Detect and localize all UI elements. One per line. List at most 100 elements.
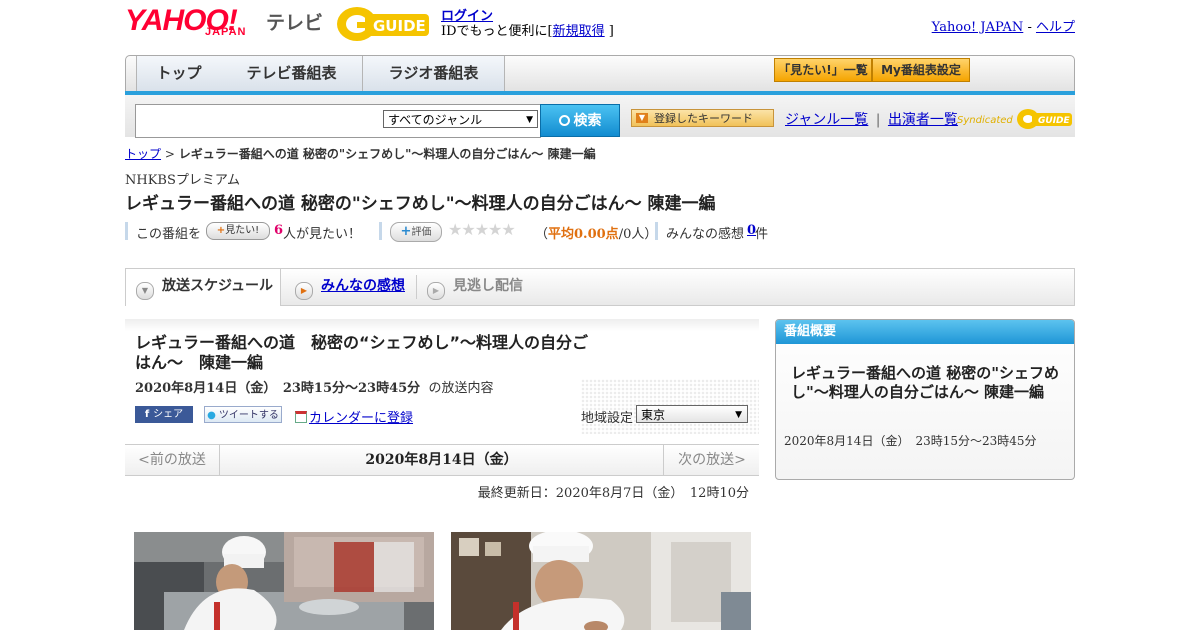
- login-subtext: IDでもっと便利に[新規取得 ]: [441, 20, 614, 39]
- kanso-label: みんなの感想: [666, 227, 745, 242]
- chef-portrait-image: [451, 532, 751, 630]
- chevron-down-icon: ▼: [136, 282, 154, 300]
- chevron-down-icon: ▼: [526, 115, 533, 125]
- genre-select-value: すべてのジャンル: [388, 113, 483, 127]
- plus-icon: +: [216, 225, 226, 236]
- g-guide-small-text: GUIDE: [1038, 116, 1071, 126]
- program-overview-panel: 番組概要 レギュラー番組への道 秘密の"シェフめし"～料理人の自分ごはん～ 陳建…: [775, 319, 1075, 480]
- yahoo-logo-japan: JAPAN: [205, 26, 247, 38]
- mitai-list-button[interactable]: 「見たい!」一覧: [774, 58, 872, 82]
- section-top-shade: [125, 319, 759, 331]
- mitai-count: 6: [274, 223, 284, 238]
- average-count: /0人）: [618, 227, 658, 242]
- overview-header: 番組概要: [776, 320, 1074, 344]
- overview-title: レギュラー番組への道 秘密の"シェフめし"～料理人の自分ごはん～ 陳建一編: [791, 364, 1060, 401]
- region-select[interactable]: 東京 ▼: [636, 405, 748, 423]
- tv-logo[interactable]: テレビ: [266, 8, 323, 35]
- keyword-button[interactable]: ▼ 登録したキーワード: [631, 109, 774, 127]
- broadcast-time-suffix: の放送内容: [428, 381, 494, 396]
- average-score: 平均0.00点: [548, 227, 619, 242]
- average-rating: （平均0.00点/0人）: [535, 223, 657, 242]
- breadcrumb-separator: >: [164, 147, 175, 161]
- page: YAHOO! JAPAN テレビ GUIDE ログイン IDでもっと便利に[新規…: [125, 0, 1075, 630]
- divider: [416, 275, 417, 299]
- help-link[interactable]: ヘルプ: [1036, 20, 1075, 35]
- triangle-down-icon: ▼: [636, 113, 648, 123]
- search-icon: [558, 115, 570, 126]
- program-meta: この番組を +見たい! 6 人が見たい！ +評価 ★★★★★ （平均0.00点/…: [125, 220, 825, 242]
- facebook-icon: f: [144, 409, 150, 420]
- tab-schedule[interactable]: ▼ 放送スケジュール: [126, 269, 281, 306]
- broadcast-time-value: 2020年8月14日（金） 23時15分～23時45分: [135, 381, 421, 396]
- twitter-icon: ●: [207, 410, 216, 421]
- region-select-value: 東京: [641, 408, 666, 422]
- kanso-suffix: 件: [755, 227, 769, 242]
- average-open: （: [535, 227, 549, 242]
- last-updated: 最終更新日：2020年8月7日（金） 12時10分: [477, 486, 749, 501]
- global-nav: トップ テレビ番組表 ラジオ番組表 「見たい!」一覧 My番組表設定: [125, 55, 1075, 93]
- breadcrumb-top-link[interactable]: トップ: [125, 147, 161, 161]
- calendar-icon: [295, 411, 307, 423]
- yahoo-japan-link[interactable]: Yahoo! JAPAN: [932, 20, 1024, 35]
- tweet-button[interactable]: ● ツイートする: [204, 406, 282, 423]
- tab-schedule-label: 放送スケジュール: [162, 278, 274, 294]
- tab-reviews[interactable]: ▶ みんなの感想: [295, 269, 415, 305]
- tweet-label: ツイートする: [218, 410, 279, 421]
- tab-missed-label: 見逃し配信: [453, 278, 523, 294]
- program-photo-2: [451, 532, 751, 630]
- page-title: レギュラー番組への道 秘密の"シェフめし"～料理人の自分ごはん～ 陳建一編: [125, 194, 716, 214]
- next-broadcast-button[interactable]: 次の放送>: [663, 445, 760, 475]
- login-sub-prefix: IDでもっと便利に[: [441, 24, 553, 39]
- facebook-share-button[interactable]: f シェア: [135, 406, 193, 423]
- search-button-label: 検索: [573, 113, 602, 129]
- chef-kitchen-image: [134, 532, 434, 630]
- rating-button-label: 評価: [411, 227, 432, 238]
- performer-list-link[interactable]: 出演者一覧: [888, 112, 958, 128]
- program-photo-1: [134, 532, 434, 630]
- search-button[interactable]: 検索: [540, 104, 620, 137]
- keyword-button-label: 登録したキーワード: [654, 112, 753, 125]
- breadcrumb-current: レギュラー番組への道 秘密の"シェフめし"～料理人の自分ごはん～ 陳建一編: [178, 147, 596, 161]
- chevron-down-icon: ▼: [735, 410, 742, 420]
- genre-select[interactable]: すべてのジャンル ▼: [383, 110, 538, 128]
- g-guide-text: GUIDE: [373, 17, 426, 35]
- prev-broadcast-button[interactable]: <前の放送: [125, 445, 220, 475]
- calendar-link[interactable]: カレンダーに登録: [309, 411, 413, 426]
- search-links: ジャンル一覧 | 出演者一覧: [785, 109, 958, 129]
- channel-name: NHKBSプレミアム: [125, 173, 240, 188]
- play-icon: ▶: [295, 282, 313, 300]
- nav-tab-top[interactable]: トップ: [136, 56, 222, 92]
- top-right-links: Yahoo! JAPAN - ヘルプ: [932, 16, 1075, 35]
- broadcast-time: 2020年8月14日（金） 23時15分～23時45分 の放送内容: [135, 377, 493, 396]
- play-icon: ▶: [427, 282, 445, 300]
- divider: [125, 222, 128, 240]
- g-guide-logo[interactable]: GUIDE: [335, 4, 431, 44]
- g-guide-small-logo: GUIDE: [1016, 109, 1072, 129]
- my-schedule-button[interactable]: My番組表設定: [872, 58, 970, 82]
- nav-tab-tv-schedule[interactable]: テレビ番組表: [221, 56, 363, 92]
- mitai-button-label: 見たい!: [225, 225, 260, 236]
- rating-button[interactable]: +評価: [390, 222, 442, 242]
- overview-time: 2020年8月14日（金） 23時15分～23時45分: [784, 434, 1037, 448]
- meta-prefix: この番組を: [136, 227, 202, 242]
- breadcrumb: トップ > レギュラー番組への道 秘密の"シェフめし"～料理人の自分ごはん～ 陳…: [125, 145, 596, 162]
- tab-reviews-label[interactable]: みんなの感想: [321, 278, 405, 294]
- search-bar: すべてのジャンル ▼ 検索 ▼ 登録したキーワード ジャンル一覧 | 出演者一覧…: [125, 95, 1075, 138]
- genre-list-link[interactable]: ジャンル一覧: [785, 112, 868, 128]
- register-link[interactable]: 新規取得: [553, 24, 605, 39]
- facebook-share-label: シェア: [153, 409, 184, 420]
- broadcast-title: レギュラー番組への道 秘密の“シェフめし”～料理人の自分ごはん～ 陳建一編: [135, 333, 589, 372]
- current-date: 2020年8月14日（金）: [365, 452, 518, 468]
- syndicated-text: Syndicated: [957, 115, 1013, 126]
- link-divider: |: [875, 112, 881, 128]
- program-tabs: ▼ 放送スケジュール ▶ みんなの感想 ▶ 見逃し配信: [125, 268, 1075, 306]
- divider: [379, 222, 382, 240]
- mitai-suffix: 人が見たい！: [283, 227, 362, 242]
- mitai-button[interactable]: +見たい!: [206, 222, 270, 240]
- tab-missed[interactable]: ▶ 見逃し配信: [427, 269, 537, 305]
- star-rating-icon: ★★★★★: [448, 220, 516, 239]
- divider: [655, 222, 658, 240]
- nav-tab-radio-schedule[interactable]: ラジオ番組表: [363, 56, 505, 92]
- calendar-register[interactable]: カレンダーに登録: [295, 407, 413, 426]
- date-navigation: <前の放送 2020年8月14日（金） 次の放送>: [125, 444, 759, 476]
